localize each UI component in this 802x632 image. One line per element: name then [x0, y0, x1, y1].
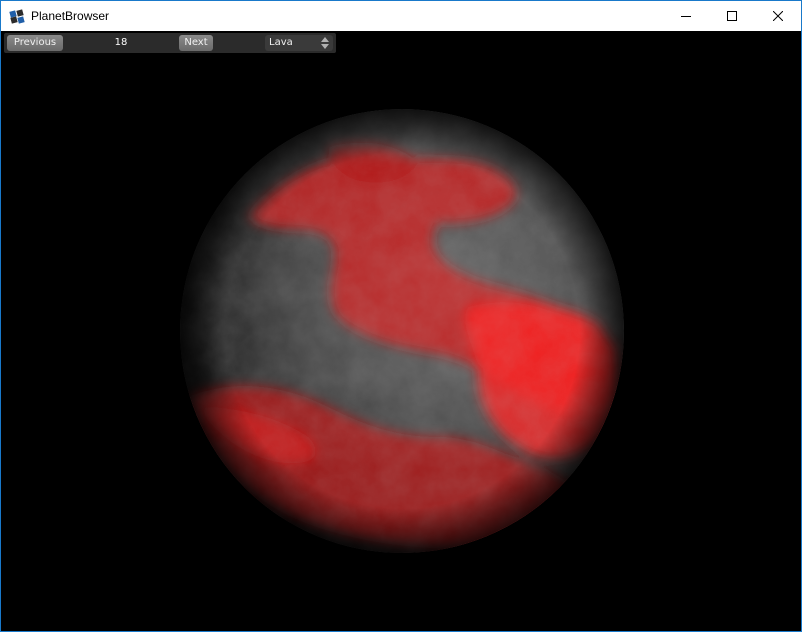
window-title: PlanetBrowser — [31, 9, 110, 23]
planet-render — [180, 109, 624, 553]
app-window: PlanetBrowser Previous 18 Next Lava — [0, 0, 802, 632]
close-icon — [773, 11, 783, 21]
render-viewport[interactable]: Previous 18 Next Lava — [1, 31, 801, 631]
previous-button[interactable]: Previous — [7, 35, 63, 51]
next-button[interactable]: Next — [179, 35, 213, 51]
title-bar[interactable]: PlanetBrowser — [1, 1, 801, 31]
close-button[interactable] — [755, 1, 801, 31]
minimize-icon — [681, 16, 691, 17]
planet-type-value: Lava — [269, 37, 293, 48]
maximize-button[interactable] — [709, 1, 755, 31]
maximize-icon — [727, 11, 737, 21]
planet-type-select[interactable]: Lava — [265, 35, 333, 51]
planet-toolbar: Previous 18 Next Lava — [4, 33, 336, 53]
planet-index-field[interactable]: 18 — [96, 35, 146, 51]
minimize-button[interactable] — [663, 1, 709, 31]
spinner-arrows-icon — [321, 37, 329, 49]
app-logo-icon — [9, 9, 25, 24]
window-controls — [663, 1, 801, 31]
